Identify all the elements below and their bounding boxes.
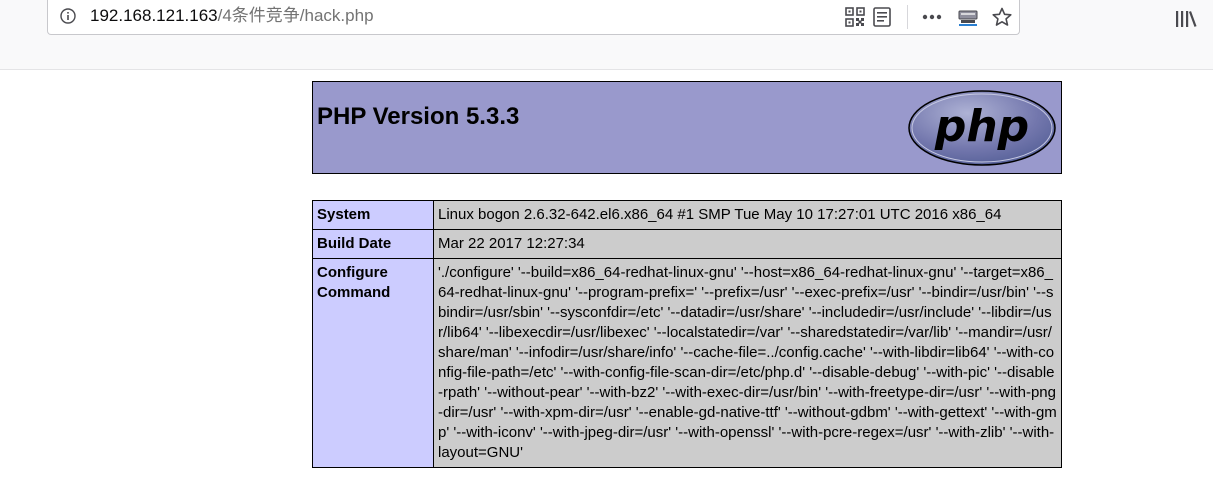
address-bar[interactable]: 192.168.121.163/4条件竞争/hack.php <box>47 0 1020 35</box>
page-title: PHP Version 5.3.3 <box>317 103 520 130</box>
url-bar-separator <box>907 5 908 29</box>
php-version-header: PHP Version 5.3.3 php <box>312 81 1062 174</box>
row-label-build-date: Build Date <box>312 229 434 259</box>
library-icon[interactable] <box>1174 8 1198 30</box>
reader-view-icon[interactable] <box>871 6 893 28</box>
table-row: Configure Command './configure' '--build… <box>312 258 1062 468</box>
table-row: System Linux bogon 2.6.32-642.el6.x86_64… <box>312 200 1062 230</box>
row-value-configure-command: './configure' '--build=x86_64-redhat-lin… <box>433 258 1062 468</box>
info-icon[interactable] <box>60 8 76 24</box>
table-row: Build Date Mar 22 2017 12:27:34 <box>312 229 1062 259</box>
more-icon[interactable] <box>921 6 943 28</box>
browser-toolbar: 192.168.121.163/4条件竞争/hack.php <box>0 0 1213 70</box>
url-text[interactable]: 192.168.121.163/4条件竞争/hack.php <box>90 6 374 26</box>
pocket-icon[interactable] <box>957 6 979 28</box>
php-logo[interactable]: php <box>907 89 1057 167</box>
url-host: 192.168.121.163 <box>90 6 218 25</box>
row-label-configure-command: Configure Command <box>312 258 434 468</box>
url-path: /4条件竞争/hack.php <box>217 6 374 25</box>
row-label-system: System <box>312 200 434 230</box>
star-icon[interactable] <box>991 6 1013 28</box>
phpinfo-table: System Linux bogon 2.6.32-642.el6.x86_64… <box>312 200 1062 468</box>
qr-code-icon[interactable] <box>844 6 866 28</box>
row-value-system: Linux bogon 2.6.32-642.el6.x86_64 #1 SMP… <box>433 200 1062 230</box>
row-value-build-date: Mar 22 2017 12:27:34 <box>433 229 1062 259</box>
php-logo-text: php <box>934 101 1029 152</box>
